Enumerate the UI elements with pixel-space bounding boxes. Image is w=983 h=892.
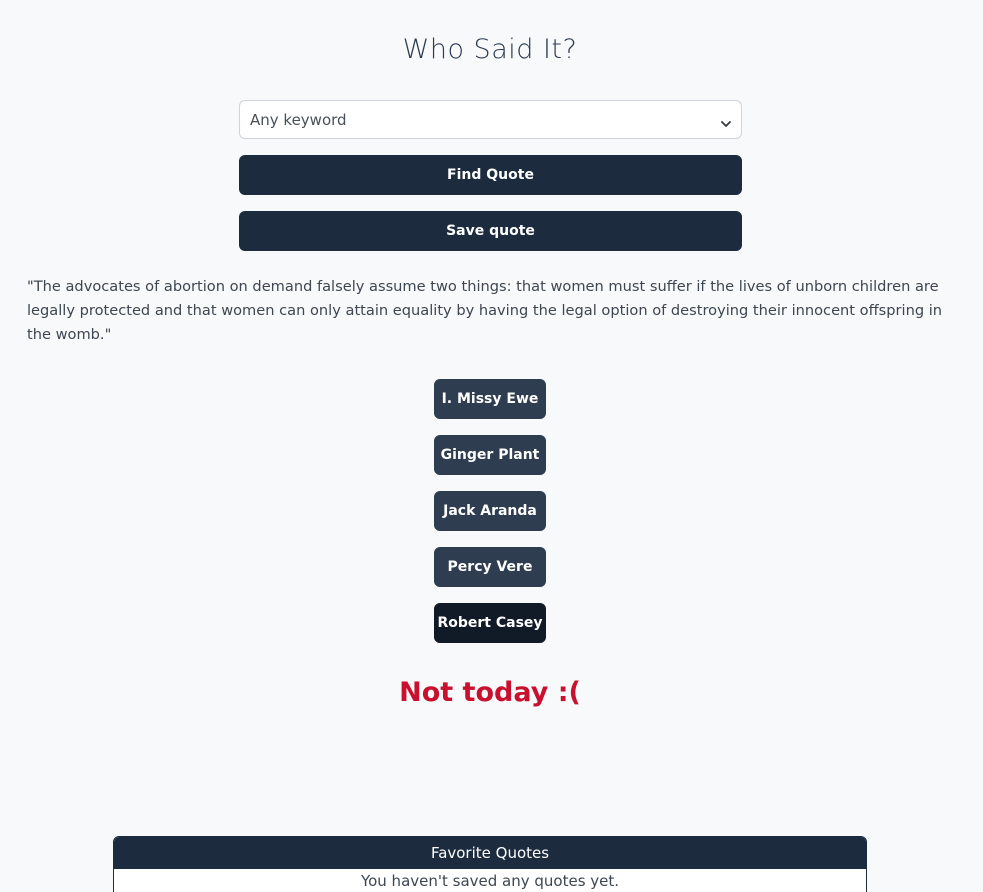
find-quote-button[interactable]: Find Quote [239,155,742,195]
answer-button-jack-aranda[interactable]: Jack Aranda [434,491,546,531]
page-title: Who Said It? [402,34,578,65]
favorite-quotes-panel: Favorite Quotes You haven't saved any qu… [113,836,867,892]
keyword-select[interactable]: Any keyword [239,100,742,139]
favorite-quotes-header: Favorite Quotes [114,837,866,869]
keyword-select-value: Any keyword [250,110,347,129]
answer-button-ginger-plant[interactable]: Ginger Plant [434,435,546,475]
favorite-quotes-empty-message: You haven't saved any quotes yet. [360,872,620,890]
answer-button-percy-vere[interactable]: Percy Vere [434,547,546,587]
save-quote-button[interactable]: Save quote [239,211,742,251]
quote-text: "The advocates of abortion on demand fal… [27,278,943,343]
chevron-down-icon [721,115,731,127]
result-message: Not today :( [399,677,581,708]
answer-options: I. Missy Ewe Ginger Plant Jack Aranda Pe… [434,379,546,659]
page: Who Said It? Any keyword Find Quote Save… [0,0,983,892]
answer-button-missy-ewe[interactable]: I. Missy Ewe [434,379,546,419]
answer-button-robert-casey[interactable]: Robert Casey [434,603,546,643]
